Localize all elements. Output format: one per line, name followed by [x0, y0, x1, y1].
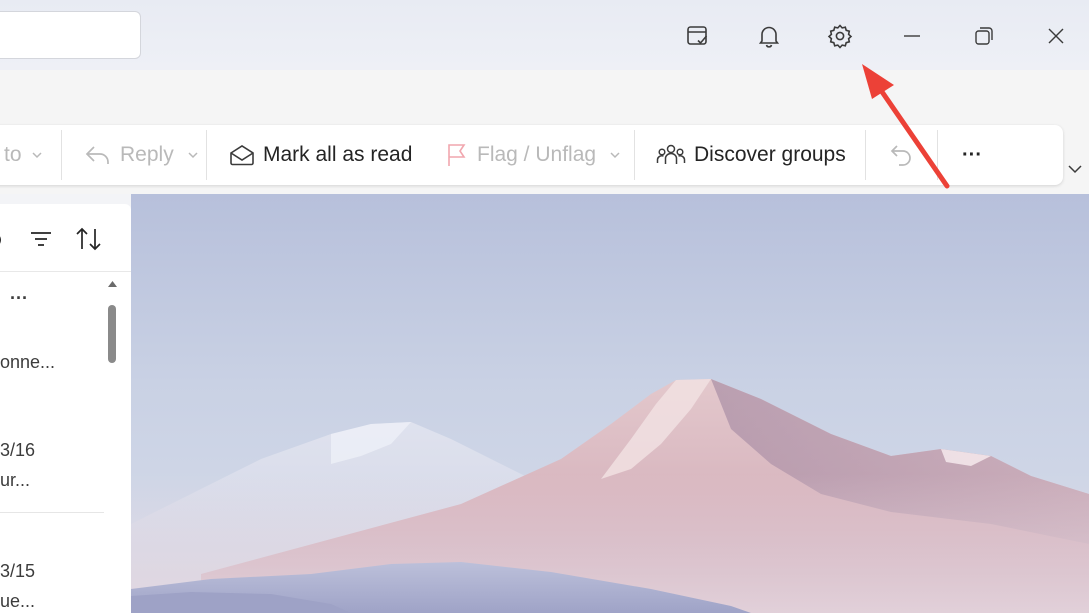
- settings-button[interactable]: [822, 18, 858, 54]
- item-date: 3/15: [0, 561, 36, 581]
- ribbon-divider: [937, 130, 938, 180]
- minimize-button[interactable]: [894, 18, 930, 54]
- item-preview: ur...: [0, 470, 31, 490]
- move-to-button[interactable]: to: [4, 125, 44, 185]
- minimize-icon: [904, 35, 920, 37]
- flag-unflag-button[interactable]: Flag / Unflag: [445, 125, 622, 185]
- envelope-open-icon: [230, 145, 254, 166]
- reading-pane-background: [131, 194, 1089, 613]
- bell-icon: [758, 26, 780, 48]
- title-bar: [0, 0, 1089, 70]
- item-more-options[interactable]: ···: [10, 288, 28, 309]
- message-list-toolbar: [0, 204, 131, 272]
- discover-groups-button[interactable]: Discover groups: [656, 125, 846, 185]
- list-item[interactable]: 3/16 ur...: [0, 422, 104, 512]
- chevron-down-icon: [188, 152, 198, 159]
- reply-button[interactable]: Reply: [84, 125, 200, 185]
- discover-groups-label: Discover groups: [694, 143, 846, 166]
- search-input[interactable]: [0, 11, 141, 59]
- my-day-button[interactable]: [680, 18, 716, 54]
- reply-icon: [85, 146, 109, 164]
- move-to-label: to: [4, 143, 22, 166]
- ribbon-divider: [61, 130, 62, 180]
- list-item[interactable]: ··· onne...: [0, 272, 104, 422]
- more-options-label: ···: [962, 143, 982, 166]
- gear-icon: [827, 24, 853, 49]
- restore-icon: [975, 27, 993, 45]
- filter-icon[interactable]: [28, 226, 54, 252]
- command-ribbon: to Reply Mark all as read Flag / Unflag …: [0, 125, 1063, 185]
- ribbon-divider: [865, 130, 866, 180]
- scroll-up-arrow-icon[interactable]: [107, 280, 118, 288]
- scrollbar-thumb[interactable]: [108, 305, 116, 363]
- item-date: 3/16: [0, 440, 36, 460]
- message-list-panel: ··· onne... 3/16 ur... 3/15 ue...: [0, 204, 131, 613]
- mountain-landscape-image: [131, 194, 1089, 613]
- reply-label: Reply: [120, 143, 174, 166]
- ribbon-divider: [634, 130, 635, 180]
- more-options-button[interactable]: ···: [962, 125, 982, 185]
- people-group-icon: [656, 144, 686, 164]
- chevron-down-icon: [610, 152, 620, 159]
- my-day-icon: [687, 26, 708, 45]
- chevron-down-icon: [31, 152, 42, 159]
- mark-all-as-read-button[interactable]: Mark all as read: [229, 125, 412, 185]
- select-icon[interactable]: [0, 228, 4, 252]
- restore-button[interactable]: [966, 18, 1002, 54]
- ribbon-divider: [206, 130, 207, 180]
- list-item[interactable]: 3/15 ue...: [0, 513, 104, 613]
- undo-icon: [890, 145, 911, 166]
- sort-icon[interactable]: [74, 225, 104, 253]
- outlook-window: to Reply Mark all as read Flag / Unflag …: [0, 0, 1089, 613]
- close-button[interactable]: [1038, 18, 1074, 54]
- flag-icon: [448, 144, 466, 166]
- flag-unflag-label: Flag / Unflag: [477, 143, 597, 166]
- undo-button[interactable]: [888, 125, 916, 185]
- item-preview: ue...: [0, 591, 36, 611]
- ribbon-expand-chevron-icon[interactable]: [1066, 160, 1084, 178]
- item-preview: onne...: [0, 352, 56, 372]
- notifications-button[interactable]: [751, 18, 787, 54]
- message-list-scrollbar[interactable]: [104, 272, 121, 613]
- mark-all-as-read-label: Mark all as read: [263, 143, 413, 166]
- close-icon: [1048, 28, 1064, 44]
